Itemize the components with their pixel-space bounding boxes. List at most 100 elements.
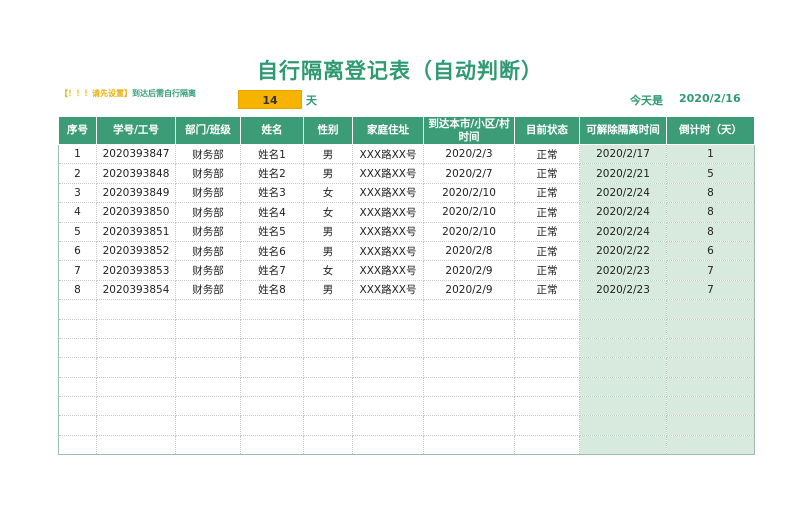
- cell-release[interactable]: [579, 337, 667, 359]
- col-header[interactable]: 可解除隔离时间: [579, 116, 667, 145]
- cell-arrival[interactable]: 2020/2/10: [423, 202, 515, 223]
- cell-release[interactable]: 2020/2/17: [579, 143, 667, 165]
- cell-arrival[interactable]: 2020/2/3: [423, 143, 515, 165]
- cell-id[interactable]: 2020393848: [96, 163, 176, 184]
- cell-status[interactable]: [514, 434, 580, 456]
- cell-countdown[interactable]: [666, 396, 755, 417]
- cell-name[interactable]: [240, 396, 304, 417]
- cell-name[interactable]: 姓名4: [240, 202, 304, 223]
- cell-arrival[interactable]: 2020/2/9: [423, 279, 515, 301]
- cell-countdown[interactable]: 7: [666, 260, 755, 281]
- cell-index[interactable]: 2: [58, 163, 97, 184]
- cell-status[interactable]: 正常: [514, 279, 580, 301]
- cell-name[interactable]: 姓名2: [240, 163, 304, 184]
- cell-dept[interactable]: [175, 434, 241, 456]
- cell-index[interactable]: 3: [58, 182, 97, 204]
- cell-address[interactable]: [352, 396, 424, 417]
- cell-gender[interactable]: [303, 415, 353, 436]
- cell-gender[interactable]: 女: [303, 202, 353, 223]
- cell-gender[interactable]: [303, 299, 353, 320]
- cell-countdown[interactable]: 7: [666, 279, 755, 301]
- cell-address[interactable]: XXX路XX号: [352, 182, 424, 204]
- cell-dept[interactable]: [175, 415, 241, 436]
- cell-address[interactable]: XXX路XX号: [352, 260, 424, 281]
- cell-status[interactable]: 正常: [514, 240, 580, 262]
- cell-status[interactable]: 正常: [514, 143, 580, 165]
- cell-countdown[interactable]: [666, 434, 755, 456]
- cell-name[interactable]: 姓名7: [240, 260, 304, 281]
- cell-gender[interactable]: 男: [303, 221, 353, 242]
- cell-dept[interactable]: 财务部: [175, 163, 241, 184]
- cell-status[interactable]: [514, 376, 580, 398]
- cell-name[interactable]: [240, 415, 304, 436]
- cell-arrival[interactable]: 2020/2/10: [423, 182, 515, 204]
- cell-countdown[interactable]: [666, 337, 755, 359]
- cell-release[interactable]: 2020/2/24: [579, 221, 667, 242]
- cell-gender[interactable]: 男: [303, 279, 353, 301]
- cell-status[interactable]: 正常: [514, 221, 580, 242]
- cell-status[interactable]: [514, 415, 580, 436]
- cell-address[interactable]: [352, 434, 424, 456]
- cell-gender[interactable]: 男: [303, 143, 353, 165]
- cell-status[interactable]: 正常: [514, 182, 580, 204]
- cell-arrival[interactable]: [423, 337, 515, 359]
- cell-arrival[interactable]: [423, 318, 515, 339]
- cell-release[interactable]: 2020/2/21: [579, 163, 667, 184]
- cell-address[interactable]: [352, 415, 424, 436]
- col-header[interactable]: 倒计时（天）: [666, 116, 755, 145]
- cell-countdown[interactable]: [666, 318, 755, 339]
- col-header[interactable]: 姓名: [240, 116, 304, 145]
- cell-gender[interactable]: [303, 318, 353, 339]
- col-header[interactable]: 家庭住址: [352, 116, 424, 145]
- cell-address[interactable]: [352, 376, 424, 398]
- cell-gender[interactable]: [303, 396, 353, 417]
- today-value[interactable]: 2020/2/16: [679, 92, 741, 105]
- cell-dept[interactable]: [175, 318, 241, 339]
- cell-name[interactable]: [240, 434, 304, 456]
- cell-index[interactable]: 8: [58, 279, 97, 301]
- cell-status[interactable]: 正常: [514, 260, 580, 281]
- cell-index[interactable]: 5: [58, 221, 97, 242]
- cell-id[interactable]: [96, 299, 176, 320]
- cell-name[interactable]: 姓名1: [240, 143, 304, 165]
- cell-name[interactable]: 姓名3: [240, 182, 304, 204]
- cell-address[interactable]: [352, 318, 424, 339]
- cell-address[interactable]: XXX路XX号: [352, 279, 424, 301]
- cell-address[interactable]: [352, 299, 424, 320]
- cell-release[interactable]: 2020/2/23: [579, 260, 667, 281]
- cell-release[interactable]: [579, 299, 667, 320]
- cell-arrival[interactable]: [423, 434, 515, 456]
- cell-countdown[interactable]: 8: [666, 202, 755, 223]
- cell-countdown[interactable]: [666, 376, 755, 398]
- cell-dept[interactable]: 财务部: [175, 202, 241, 223]
- cell-id[interactable]: [96, 396, 176, 417]
- cell-countdown[interactable]: [666, 299, 755, 320]
- cell-gender[interactable]: 男: [303, 163, 353, 184]
- cell-dept[interactable]: 财务部: [175, 221, 241, 242]
- cell-arrival[interactable]: [423, 376, 515, 398]
- cell-arrival[interactable]: [423, 396, 515, 417]
- cell-gender[interactable]: [303, 376, 353, 398]
- cell-dept[interactable]: 财务部: [175, 279, 241, 301]
- cell-release[interactable]: [579, 376, 667, 398]
- col-header[interactable]: 部门/班级: [175, 116, 241, 145]
- cell-index[interactable]: [58, 434, 97, 456]
- cell-index[interactable]: [58, 396, 97, 417]
- cell-name[interactable]: [240, 299, 304, 320]
- cell-arrival[interactable]: [423, 415, 515, 436]
- cell-id[interactable]: [96, 376, 176, 398]
- cell-status[interactable]: [514, 299, 580, 320]
- cell-gender[interactable]: [303, 357, 353, 378]
- cell-id[interactable]: [96, 337, 176, 359]
- cell-dept[interactable]: [175, 396, 241, 417]
- cell-dept[interactable]: 财务部: [175, 182, 241, 204]
- cell-id[interactable]: 2020393849: [96, 182, 176, 204]
- cell-release[interactable]: [579, 357, 667, 378]
- cell-dept[interactable]: [175, 337, 241, 359]
- cell-index[interactable]: [58, 357, 97, 378]
- cell-countdown[interactable]: 5: [666, 163, 755, 184]
- cell-index[interactable]: 1: [58, 143, 97, 165]
- isolation-days-input[interactable]: 14: [238, 90, 302, 109]
- cell-index[interactable]: [58, 376, 97, 398]
- cell-status[interactable]: [514, 337, 580, 359]
